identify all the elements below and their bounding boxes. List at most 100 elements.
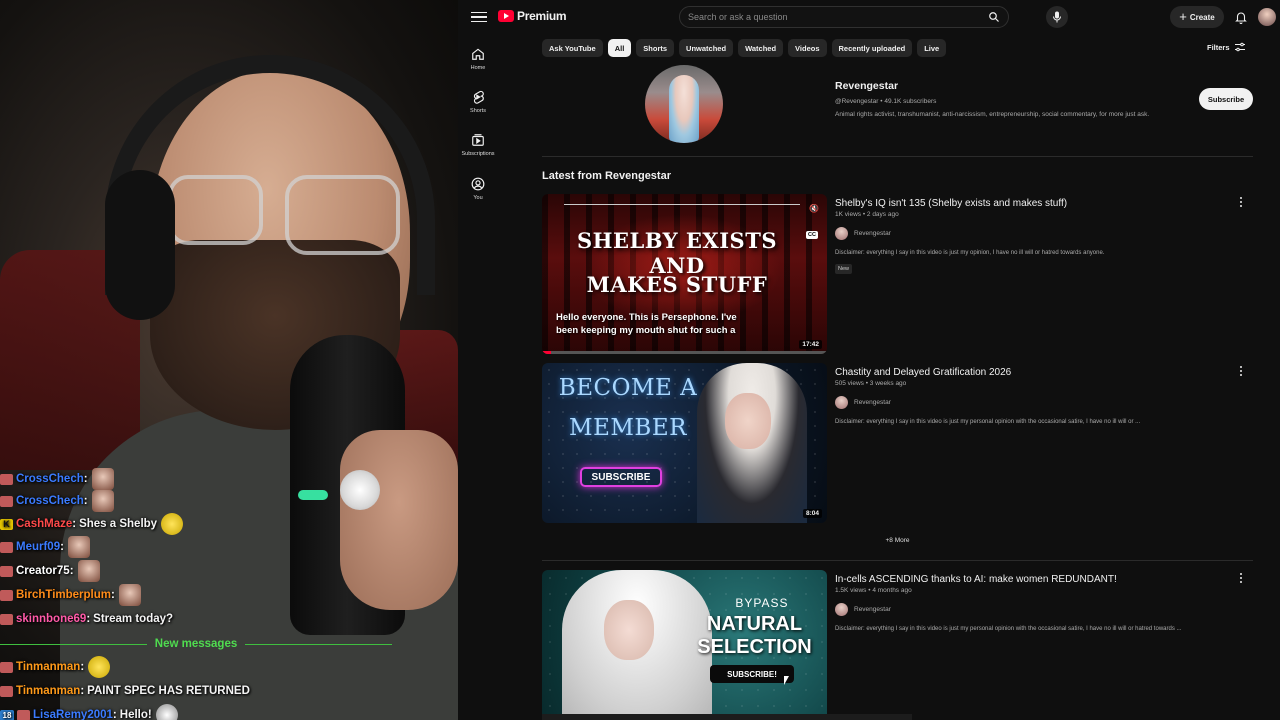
video-author[interactable]: Revengestar [835,603,891,616]
shorts-icon [473,90,484,104]
channel-meta: @Revengestar • 49.1K subscribers [835,98,937,105]
chat-colon: : [80,661,85,673]
chat-text: Stream today? [93,613,174,625]
chat-username: LisaRemy2001 [33,709,113,720]
video-title[interactable]: Chastity and Delayed Gratification 2026 [835,367,1011,378]
logo-text: Premium [517,9,567,23]
channel-name[interactable]: Revengestar [835,80,898,92]
create-button[interactable]: + Create [1170,6,1224,28]
chip-watched[interactable]: Watched [738,39,784,57]
channel-description: Animal rights activist, transhumanist, a… [835,111,1150,118]
chip-shorts[interactable]: Shorts [636,39,675,57]
chat-username: Tinmanman [16,661,81,673]
voice-search-button[interactable] [1046,6,1068,28]
chip-unwatched[interactable]: Unwatched [679,39,734,57]
more-options-button[interactable] [1236,196,1246,208]
captions-icon[interactable]: CC [806,231,818,239]
menu-button[interactable] [470,8,488,26]
channel-avatar[interactable] [645,65,723,143]
search-button[interactable] [980,6,1008,28]
guide-label: You [473,195,483,201]
video-item: BYPASS NATURAL SELECTION SUBSCRIBE! In-c… [542,570,1253,720]
filters-button[interactable]: Filters [1207,42,1246,52]
thumbnail-text: MEMBER [569,415,687,441]
video-description: Disclaimer: everything I say in this vid… [835,250,1105,256]
chat-colon: : [86,613,91,625]
new-messages-label: New messages [154,638,238,650]
author-avatar [835,396,848,409]
divider [542,156,1253,157]
chat-colon: : [111,589,115,601]
chat-message: CrossChech: [0,468,114,490]
chip-live[interactable]: Live [917,39,947,57]
guide-item-subscriptions[interactable]: Subscriptions [458,130,498,170]
guide-item-shorts[interactable]: Shorts [458,87,498,127]
thumbnail-subscribe-graphic: SUBSCRIBE [580,467,662,487]
subscribe-button[interactable]: Subscribe [1199,88,1253,110]
chip-videos[interactable]: Videos [788,39,827,57]
chat-emote [77,560,100,582]
chat-badge [0,613,13,625]
new-messages-divider: New messages [0,636,392,652]
chat-colon: : [60,541,64,553]
headphone-cup [105,170,175,320]
youtube-logo[interactable]: Premium [498,9,567,23]
subscriptions-icon [472,134,484,146]
thumbnail-text: SELECTION [697,636,812,658]
chat-message: Creator75: [0,560,100,582]
chat-badge [0,495,13,507]
divider [542,560,1253,561]
chip-ask-youtube[interactable]: Ask YouTube [542,39,603,57]
chat-emote [155,704,178,720]
youtube-play-icon [498,10,514,22]
chat-colon: : [112,709,117,720]
chat-username: skinnbone69 [16,613,87,625]
account-avatar[interactable] [1258,8,1276,26]
guide-item-home[interactable]: Home [458,44,498,84]
thumbnail-text: SHELBY EXISTS AND [576,228,778,278]
you-icon [471,177,485,191]
home-icon [472,48,484,60]
new-badge: New [835,264,853,274]
guide-item-you[interactable]: You [458,174,498,214]
chat-message: K CashMaze: Shes a Shelby [0,513,184,535]
video-title[interactable]: Shelby's IQ isn't 135 (Shelby exists and… [835,198,1067,209]
chat-message: Tinmanman: [0,656,111,678]
create-label: Create [1189,12,1215,22]
chat-message: CrossChech: [0,490,114,512]
mute-icon[interactable]: 🔇 [809,204,819,213]
playback-progress[interactable] [542,351,827,354]
masthead: Premium + Create [458,0,1280,34]
chat-badge [0,565,13,577]
thumbnail-text: BYPASS [735,596,789,610]
search-input[interactable] [680,7,980,27]
guide-label: Shorts [470,108,486,114]
chat-colon: : [83,473,88,485]
chat-message: 18 LisaRemy2001: Hello! [0,704,178,720]
filter-chips: Ask YouTube All Shorts Unwatched Watched… [542,39,947,57]
video-thumbnail[interactable]: BECOME A MEMBER SUBSCRIBE 8:04 [542,363,827,523]
screen: CrossChech: CrossChech: K CashMaze: Shes… [0,0,1280,720]
chip-recently-uploaded[interactable]: Recently uploaded [831,39,913,57]
chat-username: Tinmanman [16,685,81,697]
bell-icon [1235,11,1247,24]
chat-message: BirchTimberplum: [0,584,141,606]
video-thumbnail[interactable]: BYPASS NATURAL SELECTION SUBSCRIBE! [542,570,827,714]
chat-badge [17,709,30,720]
chip-all[interactable]: All [607,39,632,57]
more-options-button[interactable] [1236,572,1246,584]
more-options-button[interactable] [1236,365,1246,377]
video-author[interactable]: Revengestar [835,396,891,409]
microphone-icon [1053,11,1061,23]
chat-text: Hello! [119,709,152,720]
video-title[interactable]: In-cells ASCENDING thanks to AI: make wo… [835,574,1117,585]
horizontal-scrollbar[interactable] [542,714,912,720]
chat-username: CrossChech [16,495,84,507]
video-author[interactable]: Revengestar [835,227,891,240]
thumbnail-subscribe-graphic: SUBSCRIBE! [710,665,794,683]
chat-badge [0,661,13,673]
show-more-link[interactable]: +8 More [542,537,1253,544]
author-avatar [835,603,848,616]
video-thumbnail[interactable]: SHELBY EXISTS AND MAKES STUFF Hello ever… [542,194,827,354]
notifications-button[interactable] [1232,8,1250,26]
